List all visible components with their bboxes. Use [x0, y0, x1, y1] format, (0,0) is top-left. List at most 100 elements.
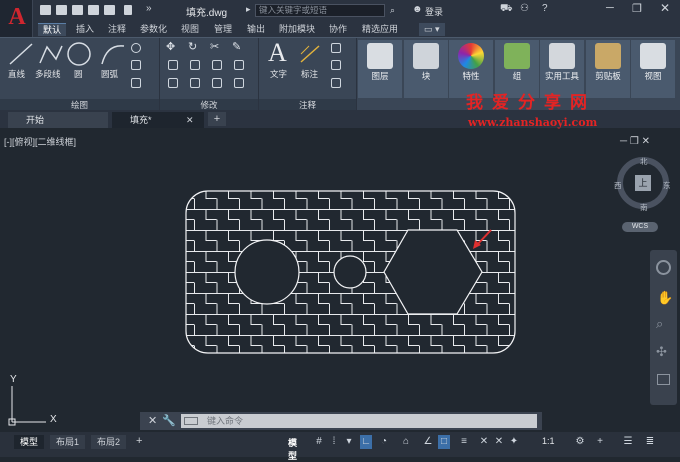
dimension-icon[interactable]	[299, 44, 321, 64]
snap-icon[interactable]: ⁞	[328, 435, 340, 449]
infer-icon[interactable]: ▾	[343, 435, 355, 449]
linear-dim-icon[interactable]	[331, 43, 341, 53]
viewport-window-controls[interactable]: ─ ❐ ✕	[620, 136, 650, 147]
save-icon[interactable]	[72, 5, 83, 15]
command-input[interactable]: 键入命令	[181, 414, 537, 428]
viewcube-west[interactable]: 西	[614, 180, 622, 191]
rotate-icon[interactable]: ↻	[188, 40, 197, 53]
viewcube-east[interactable]: 东	[663, 180, 671, 191]
annotation-scale-icon[interactable]: ✕	[493, 435, 505, 449]
command-history-icon[interactable]	[184, 417, 198, 425]
array-icon[interactable]	[212, 78, 222, 88]
explode-icon[interactable]	[234, 60, 244, 70]
arc-label[interactable]: 圆弧	[101, 68, 118, 80]
trim-icon[interactable]: ✂	[210, 40, 219, 53]
model-space-toggle[interactable]: 模型	[288, 436, 297, 462]
block-button[interactable]: 块	[404, 40, 448, 98]
new-file-icon[interactable]	[40, 5, 51, 15]
tab-addins[interactable]: 附加模块	[274, 23, 320, 36]
tab-start[interactable]: 开始	[8, 112, 108, 128]
osnap-tracking-icon[interactable]: ∠	[422, 435, 434, 449]
showmotion-icon[interactable]	[657, 374, 670, 385]
line-label[interactable]: 直线	[8, 68, 25, 80]
erase-icon[interactable]: ✎	[232, 40, 241, 53]
ortho-icon[interactable]: ∟	[360, 435, 372, 449]
stretch-icon[interactable]	[168, 78, 178, 88]
tab-insert[interactable]: 插入	[71, 23, 99, 36]
text-icon[interactable]: A	[268, 38, 287, 68]
grid-icon[interactable]: #	[313, 435, 325, 449]
arc-icon[interactable]	[99, 41, 127, 67]
command-close-icon[interactable]: ✕	[148, 414, 157, 427]
tab-layout2[interactable]: 布局2	[91, 435, 127, 449]
login-button[interactable]: 登录	[425, 5, 443, 18]
text-label[interactable]: 文字	[270, 68, 287, 80]
search-input[interactable]: 键入关键字或短语	[255, 4, 385, 17]
close-icon[interactable]: ✕	[660, 1, 670, 15]
tab-parametric[interactable]: 参数化	[135, 23, 172, 36]
polyline-label[interactable]: 多段线	[35, 68, 61, 80]
ribbon-toggle-button[interactable]: ▭ ▾	[419, 23, 445, 36]
search-icon[interactable]: ⌕	[390, 5, 395, 16]
tab-drawing[interactable]: 填充* ✕	[112, 112, 204, 128]
annotation-scale-value[interactable]: 1:1	[542, 436, 555, 446]
connect-icon[interactable]: ⚇	[520, 3, 529, 14]
wcs-menu[interactable]: WCS	[622, 222, 658, 232]
steering-wheel-icon[interactable]	[656, 260, 671, 275]
viewcube-top-face[interactable]: 上	[635, 175, 651, 191]
customize-icon[interactable]: ≣	[644, 435, 656, 449]
tab-featured-apps[interactable]: 精选应用	[357, 23, 403, 36]
offset-icon[interactable]	[234, 78, 244, 88]
drawing-canvas[interactable]	[183, 188, 518, 356]
polar-icon[interactable]: ◔	[378, 435, 390, 449]
isodraft-icon[interactable]: ⌂	[400, 435, 412, 449]
hatch-icon[interactable]	[131, 78, 141, 88]
user-icon[interactable]: ☻	[412, 4, 423, 15]
annotation-visibility-icon[interactable]: ✕	[478, 435, 490, 449]
command-settings-icon[interactable]: 🔧	[162, 414, 176, 427]
restore-icon[interactable]: ❐	[632, 2, 642, 15]
tab-manage[interactable]: 管理	[209, 23, 237, 36]
tab-default[interactable]: 默认	[38, 23, 67, 36]
cart-icon[interactable]: ⛟	[500, 3, 513, 16]
layers-button[interactable]: 图层	[358, 40, 402, 98]
print-icon[interactable]	[104, 5, 115, 15]
line-icon[interactable]	[7, 41, 35, 67]
tab-collaborate[interactable]: 协作	[324, 23, 352, 36]
mirror-icon[interactable]	[190, 60, 200, 70]
close-tab-icon[interactable]: ✕	[186, 112, 194, 128]
isolate-icon[interactable]: ☰	[622, 435, 634, 449]
viewcube-north[interactable]: 北	[640, 156, 648, 167]
polygon-icon[interactable]	[131, 43, 141, 53]
zoom-icon[interactable]: ⌕	[656, 316, 663, 332]
pan-icon[interactable]: ✋	[657, 290, 673, 306]
open-file-icon[interactable]	[56, 5, 67, 15]
share-icon[interactable]	[124, 5, 132, 15]
save-as-icon[interactable]	[88, 5, 99, 15]
workspace-icon[interactable]: ⚙	[574, 435, 586, 449]
annotation-auto-icon[interactable]: ✦	[508, 435, 520, 449]
viewport-controls[interactable]: [-][俯视][二维线框]	[4, 135, 76, 148]
circle-label[interactable]: 圆	[74, 68, 83, 80]
table-icon[interactable]	[331, 78, 341, 88]
scale-icon[interactable]	[190, 78, 200, 88]
tab-annotate[interactable]: 注释	[103, 23, 131, 36]
minimize-icon[interactable]: ─	[606, 2, 614, 14]
tab-model[interactable]: 模型	[14, 435, 45, 449]
copy-icon[interactable]	[168, 60, 178, 70]
polyline-icon[interactable]	[37, 41, 65, 67]
add-layout-icon[interactable]: +	[136, 435, 142, 447]
rectangle-icon[interactable]	[131, 60, 141, 70]
tab-layout1[interactable]: 布局1	[50, 435, 86, 449]
osnap-icon[interactable]: □	[438, 435, 450, 449]
more-chevron-icon[interactable]: »	[146, 3, 152, 14]
new-tab-plus-icon[interactable]: +	[208, 112, 226, 126]
dimension-label[interactable]: 标注	[301, 68, 318, 80]
fillet-icon[interactable]	[212, 60, 222, 70]
viewcube-south[interactable]: 南	[640, 202, 648, 213]
application-menu-button[interactable]: A	[0, 0, 33, 37]
view-button[interactable]: 视图	[631, 40, 675, 98]
tab-view[interactable]: 视图	[176, 23, 204, 36]
leader-icon[interactable]	[331, 60, 341, 70]
tab-output[interactable]: 输出	[242, 23, 270, 36]
